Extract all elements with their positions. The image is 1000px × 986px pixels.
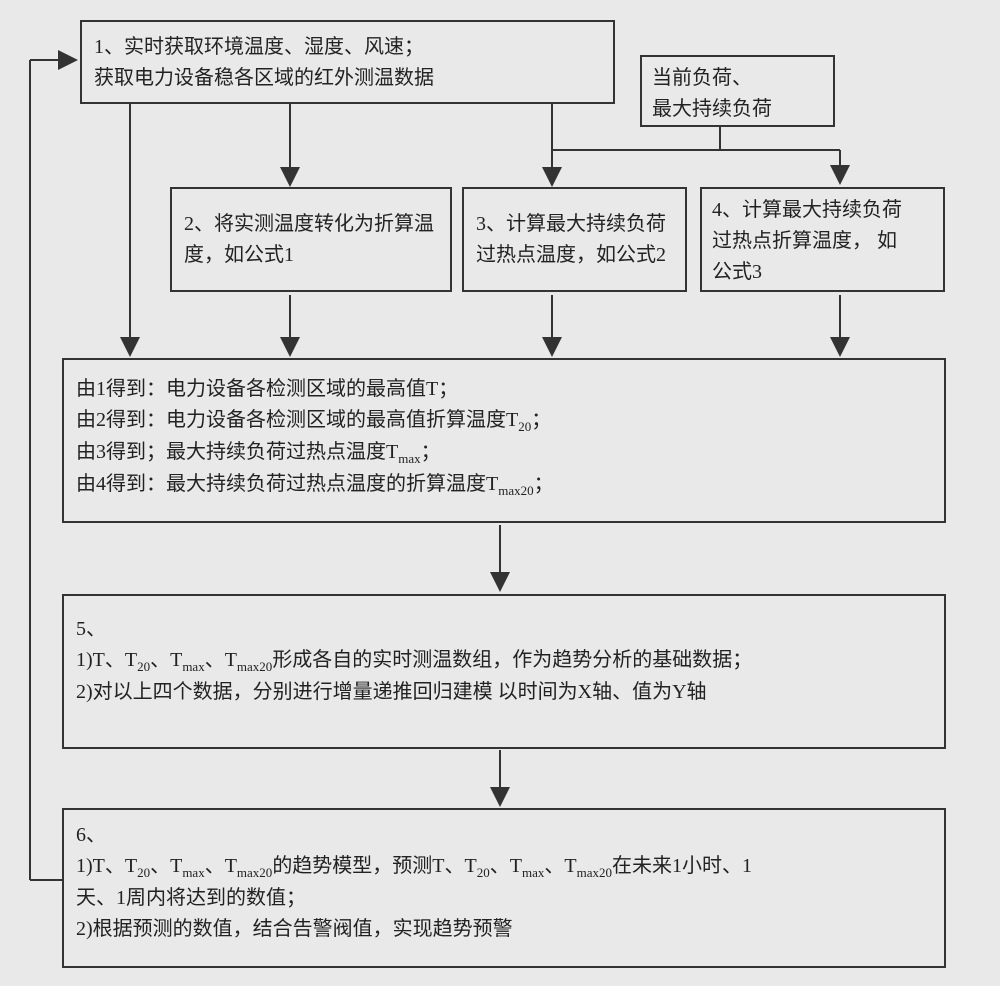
text: 公式3 — [712, 257, 933, 288]
text: 最大持续负荷 — [652, 94, 823, 125]
text: 由2得到：电力设备各检测区域的最高值折算温度T20； — [76, 405, 932, 437]
text: 1)T、T20、Tmax、Tmax20形成各自的实时测温数组，作为趋势分析的基础… — [76, 645, 932, 677]
text: 过热点折算温度， 如 — [712, 226, 933, 257]
step-1-acquire-data: 1、实时获取环境温度、湿度、风速； 获取电力设备稳各区域的红外测温数据 — [80, 20, 615, 104]
text: 由1得到：电力设备各检测区域的最高值T； — [76, 374, 932, 405]
text: 5、 — [76, 614, 932, 645]
step-5-build-arrays-regression: 5、 1)T、T20、Tmax、Tmax20形成各自的实时测温数组，作为趋势分析… — [62, 594, 946, 749]
text: 度，如公式1 — [184, 240, 438, 271]
step-4-calc-max-load-converted-temp: 4、计算最大持续负荷 过热点折算温度， 如 公式3 — [700, 187, 945, 292]
step-3-calc-max-load-temp: 3、计算最大持续负荷 过热点温度，如公式2 — [462, 187, 687, 292]
text: 4、计算最大持续负荷 — [712, 195, 933, 226]
text: 天、1周内将达到的数值； — [76, 883, 932, 914]
flowchart-canvas: 1、实时获取环境温度、湿度、风速； 获取电力设备稳各区域的红外测温数据 当前负荷… — [0, 0, 1000, 986]
text: 当前负荷、 — [652, 63, 823, 94]
text: 由3得到；最大持续负荷过热点温度Tmax； — [76, 437, 932, 469]
text: 过热点温度，如公式2 — [476, 240, 673, 271]
step-6-trend-predict-alarm: 6、 1)T、T20、Tmax、Tmax20的趋势模型，预测T、T20、Tmax… — [62, 808, 946, 968]
text: 2)根据预测的数值，结合告警阀值，实现趋势预警 — [76, 914, 932, 945]
text: 2)对以上四个数据，分别进行增量递推回归建模 以时间为X轴、值为Y轴 — [76, 677, 932, 708]
text: 由4得到：最大持续负荷过热点温度的折算温度Tmax20； — [76, 469, 932, 501]
text: 获取电力设备稳各区域的红外测温数据 — [94, 63, 601, 94]
text: 1)T、T20、Tmax、Tmax20的趋势模型，预测T、T20、Tmax、Tm… — [76, 851, 932, 883]
step-2-convert-temp: 2、将实测温度转化为折算温 度，如公式1 — [170, 187, 452, 292]
text: 1、实时获取环境温度、湿度、风速； — [94, 32, 601, 63]
input-load: 当前负荷、 最大持续负荷 — [640, 55, 835, 127]
text: 6、 — [76, 820, 932, 851]
summary-derivations: 由1得到：电力设备各检测区域的最高值T； 由2得到：电力设备各检测区域的最高值折… — [62, 358, 946, 523]
text: 2、将实测温度转化为折算温 — [184, 209, 438, 240]
text: 3、计算最大持续负荷 — [476, 209, 673, 240]
